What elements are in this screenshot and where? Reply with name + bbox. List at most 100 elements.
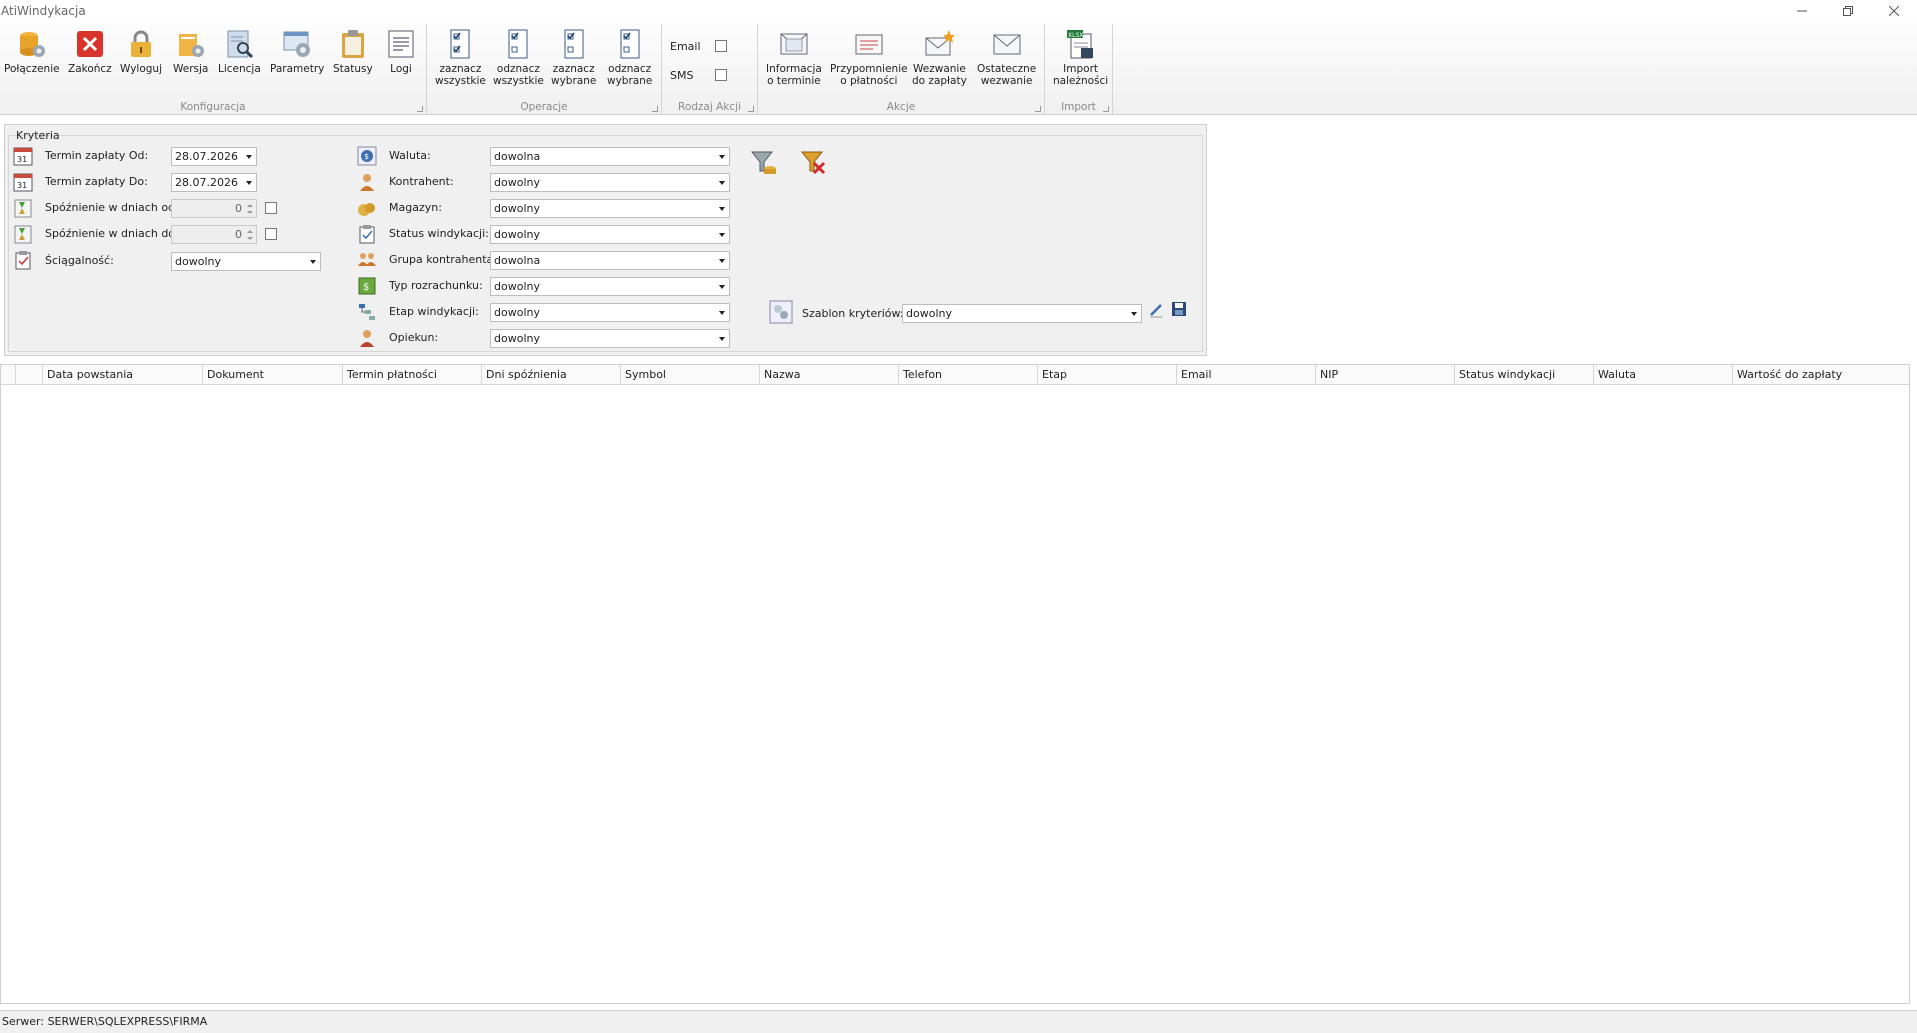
group-expand-icon[interactable] xyxy=(417,106,423,112)
group-import: XLSX Import należności Import xyxy=(1045,24,1113,114)
minimize-icon[interactable] xyxy=(1779,0,1825,22)
group-label-konfiguracja: Konfiguracja xyxy=(180,101,246,113)
sms-label: SMS xyxy=(670,69,694,82)
chevron-down-icon xyxy=(719,337,725,341)
group-expand-icon[interactable] xyxy=(748,106,754,112)
wezwanie-do-zaplaty-button[interactable]: Wezwanie do zapłaty xyxy=(912,28,967,87)
group-expand-icon[interactable] xyxy=(1103,106,1109,112)
chevron-down-icon xyxy=(246,155,252,159)
licencja-button[interactable]: Licencja xyxy=(218,28,261,75)
grid-header-waluta[interactable]: Waluta xyxy=(1593,365,1732,385)
summons-envelope-icon xyxy=(925,30,956,56)
zakoncz-button[interactable]: Zakończ xyxy=(68,28,112,75)
grid-header-dokument[interactable]: Dokument xyxy=(202,365,342,385)
data-grid[interactable]: Data powstania Dokument Termin płatności… xyxy=(0,364,1910,1004)
svg-text:31: 31 xyxy=(17,155,27,164)
apply-filter-icon[interactable] xyxy=(750,149,778,177)
spoznienie-do-checkbox[interactable] xyxy=(265,228,277,240)
save-floppy-icon[interactable] xyxy=(1171,301,1187,317)
grid-header-etap[interactable]: Etap xyxy=(1037,365,1176,385)
person-icon xyxy=(360,174,374,191)
select-all-icon xyxy=(450,29,470,59)
grid-header-termin-platnosci[interactable]: Termin płatności xyxy=(342,365,481,385)
chevron-down-icon xyxy=(719,259,725,263)
grid-header-telefon[interactable]: Telefon xyxy=(898,365,1037,385)
zaznacz-wybrane-button[interactable]: zaznacz wybrane xyxy=(551,28,596,87)
grid-header-dni-spoznienia[interactable]: Dni spóźnienia xyxy=(481,365,620,385)
red-x-icon xyxy=(76,31,103,57)
magazyn-select[interactable]: dowolny xyxy=(490,199,730,218)
svg-text:XLSX: XLSX xyxy=(1068,32,1083,39)
grid-header-selector[interactable] xyxy=(1,365,15,385)
waluta-select[interactable]: dowolna xyxy=(490,147,730,166)
import-naleznosci-button[interactable]: XLSX Import należności xyxy=(1053,28,1108,87)
grid-header-data-powstania[interactable]: Data powstania xyxy=(42,365,202,385)
spoznienie-do-stepper[interactable]: 0 xyxy=(171,225,257,244)
parametry-button[interactable]: Parametry xyxy=(270,28,324,75)
opiekun-select[interactable]: dowolny xyxy=(490,329,730,348)
grid-header-wartosc-do-zaplaty[interactable]: Wartość do zapłaty xyxy=(1732,365,1909,385)
spoznienie-do-label: Spóźnienie w dniach do: xyxy=(45,227,179,240)
odznacz-wybrane-button[interactable]: odznacz wybrane xyxy=(607,28,652,87)
sciagalnosc-label: Ściągalność: xyxy=(45,254,114,267)
supervisor-person-icon xyxy=(360,330,374,347)
wyloguj-button[interactable]: Wyloguj xyxy=(120,28,162,75)
chevron-down-icon xyxy=(246,181,252,185)
chevron-down-icon xyxy=(719,285,725,289)
etap-windykacji-select[interactable]: dowolny xyxy=(490,303,730,322)
deselect-chosen-icon xyxy=(620,29,640,59)
kontrahent-select[interactable]: dowolny xyxy=(490,173,730,192)
close-icon[interactable] xyxy=(1871,0,1917,22)
opiekun-label: Opiekun: xyxy=(389,331,439,344)
status-windykacji-select[interactable]: dowolny xyxy=(490,225,730,244)
statusy-button[interactable]: Statusy xyxy=(333,28,373,75)
group-expand-icon[interactable] xyxy=(1035,106,1041,112)
logi-button[interactable]: Logi xyxy=(385,28,417,75)
informacja-o-terminie-button[interactable]: Informacja o terminie xyxy=(766,28,822,87)
padlock-icon xyxy=(131,30,151,57)
przypomnienie-o-platnosci-button[interactable]: Przypomnienie o płatności xyxy=(830,28,908,87)
grid-header-nazwa[interactable]: Nazwa xyxy=(759,365,898,385)
termin-od-datepicker[interactable]: 28.07.2026 xyxy=(171,147,257,166)
email-label: Email xyxy=(670,40,701,53)
title-bar: AtiWindykacja xyxy=(0,0,1917,22)
email-checkbox[interactable] xyxy=(715,40,727,52)
ostateczne-wezwanie-button[interactable]: Ostateczne wezwanie xyxy=(977,28,1036,87)
restore-icon[interactable] xyxy=(1825,0,1871,22)
spoznienie-od-checkbox[interactable] xyxy=(265,202,277,214)
grid-header-email[interactable]: Email xyxy=(1176,365,1315,385)
grid-header-status-windykacji[interactable]: Status windykacji xyxy=(1454,365,1593,385)
info-letter-icon xyxy=(780,33,808,55)
group-label-akcje: Akcje xyxy=(886,101,916,113)
typ-rozrachunku-label: Typ rozrachunku: xyxy=(389,279,483,292)
clear-filter-icon[interactable] xyxy=(800,149,828,177)
grid-header: Data powstania Dokument Termin płatności… xyxy=(1,365,1909,385)
grupa-kontrahenta-select[interactable]: dowolna xyxy=(490,251,730,270)
sciagalnosc-select[interactable]: dowolny xyxy=(171,252,321,271)
edit-pencil-icon[interactable] xyxy=(1148,302,1164,318)
grid-header-checkbox[interactable] xyxy=(15,365,44,385)
sms-checkbox[interactable] xyxy=(715,69,727,81)
group-expand-icon[interactable] xyxy=(652,106,658,112)
criteria-legend: Kryteria xyxy=(16,129,60,142)
clipboard-check-icon xyxy=(359,225,375,244)
grid-header-symbol[interactable]: Symbol xyxy=(620,365,759,385)
spoznienie-od-stepper[interactable]: 0 xyxy=(171,199,257,218)
szablon-select[interactable]: dowolny xyxy=(902,304,1142,323)
group-operacje: zaznacz wszystkie odznacz wszystkie zazn… xyxy=(427,24,662,114)
wersja-button[interactable]: Wersja xyxy=(173,28,208,75)
termin-do-datepicker[interactable]: 28.07.2026 xyxy=(171,173,257,192)
odznacz-wszystkie-button[interactable]: odznacz wszystkie xyxy=(493,28,544,87)
select-chosen-icon xyxy=(564,29,584,59)
kontrahent-label: Kontrahent: xyxy=(389,175,454,188)
final-envelope-icon xyxy=(993,34,1021,55)
grid-header-nip[interactable]: NIP xyxy=(1315,365,1454,385)
chevron-down-icon xyxy=(719,155,725,159)
chevron-down-icon xyxy=(719,181,725,185)
polaczenie-button[interactable]: Połączenie xyxy=(4,28,60,75)
zaznacz-wszystkie-button[interactable]: zaznacz wszystkie xyxy=(435,28,486,87)
group-label-import: Import xyxy=(1061,101,1096,113)
calendar-icon: 31 xyxy=(13,173,33,192)
chevron-down-icon xyxy=(719,233,725,237)
typ-rozrachunku-select[interactable]: dowolny xyxy=(490,277,730,296)
